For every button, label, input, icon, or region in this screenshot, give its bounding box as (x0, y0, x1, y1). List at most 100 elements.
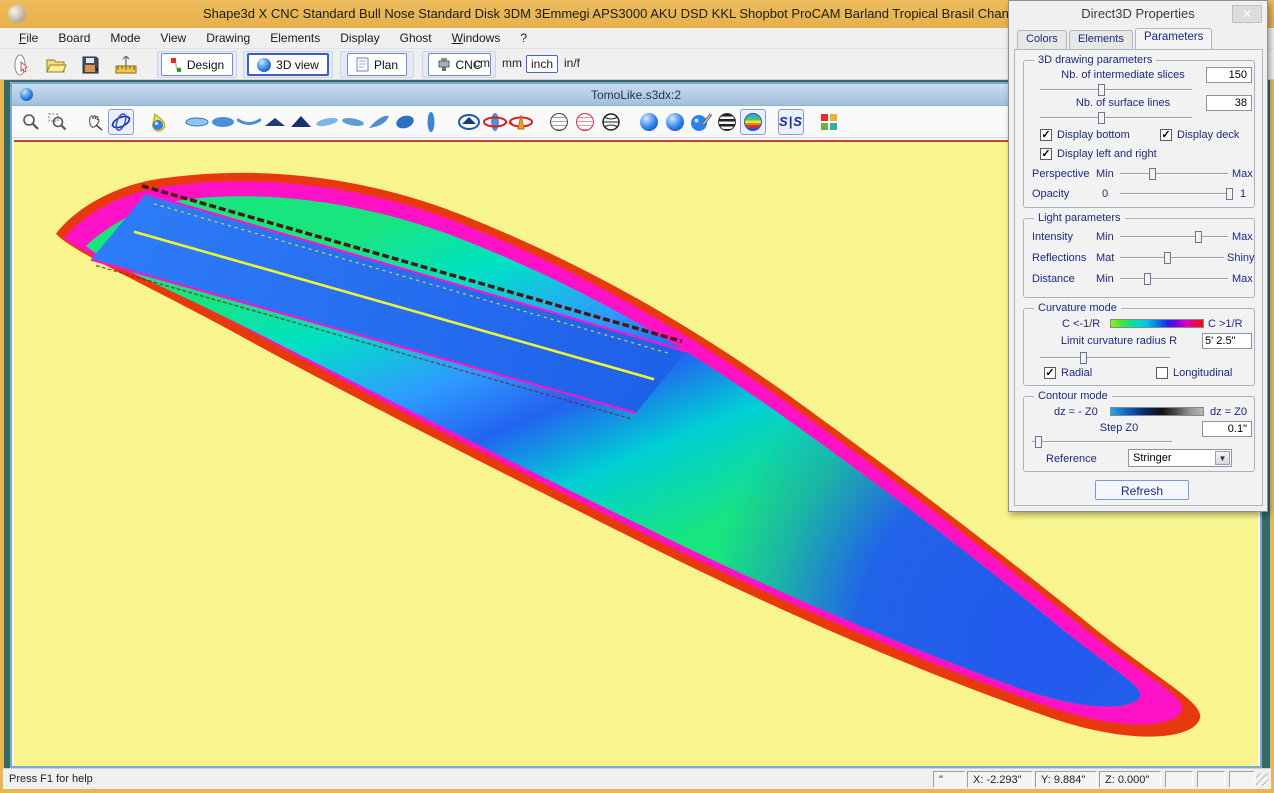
vertical-ellipse-icon[interactable] (418, 109, 444, 135)
tilted-ellipse-2-icon[interactable] (340, 109, 366, 135)
unit-inch[interactable]: inch (526, 55, 558, 73)
menu-elements[interactable]: Elements (261, 29, 329, 47)
direct3d-properties-panel: Direct3D Properties ✕ Colors Elements Pa… (1008, 0, 1268, 512)
distance-slider[interactable] (1120, 272, 1228, 286)
longitudinal-label: Longitudinal (1173, 367, 1232, 379)
slice-large-icon[interactable] (288, 109, 314, 135)
flip-view-icon[interactable] (456, 109, 482, 135)
resize-grip[interactable] (1256, 773, 1269, 786)
step-z0-field[interactable]: 0.1" (1202, 421, 1252, 437)
wireframe-sphere-icon[interactable] (546, 109, 572, 135)
sphere-3d-icon (257, 58, 271, 72)
menu-mode[interactable]: Mode (101, 29, 149, 47)
slices-display-icon[interactable]: S|S (778, 109, 804, 135)
refresh-button[interactable]: Refresh (1095, 480, 1189, 500)
slices-label: Nb. of intermediate slices (1038, 69, 1208, 81)
group-contour-mode: Contour mode dz = - Z0 dz = Z0 Step Z0 0… (1023, 396, 1255, 472)
close-icon[interactable]: ✕ (1232, 5, 1262, 23)
radial-checkbox[interactable]: ✓ (1044, 367, 1056, 379)
menu-windows[interactable]: Windows (443, 29, 510, 47)
tab-elements[interactable]: Elements (1069, 30, 1133, 49)
status-empty-cell (1165, 771, 1193, 788)
color-grid-icon[interactable] (816, 109, 842, 135)
limit-curvature-field[interactable]: 5' 2.5" (1202, 333, 1252, 349)
solid-sphere-icon[interactable] (636, 109, 662, 135)
distance-label: Distance (1032, 273, 1075, 285)
board-new-icon[interactable] (8, 52, 36, 77)
curvature-slider[interactable] (1040, 351, 1170, 365)
chevron-down-icon[interactable]: ▼ (1215, 451, 1230, 465)
reference-select[interactable]: Stringer ▼ (1128, 449, 1232, 467)
lines-slider[interactable] (1040, 111, 1192, 125)
unit-cm[interactable]: cm (470, 55, 494, 71)
save-icon[interactable] (76, 52, 104, 77)
zoom-window-icon[interactable] (44, 109, 70, 135)
slices-slider[interactable] (1040, 83, 1192, 97)
solid-sphere-2-icon[interactable] (662, 109, 688, 135)
display-bottom-label: Display bottom (1057, 129, 1130, 141)
parameters-tab-pane: 3D drawing parameters Nb. of intermediat… (1014, 49, 1263, 506)
wireframe-sphere-red-icon[interactable] (572, 109, 598, 135)
design-button[interactable]: Design (161, 53, 233, 76)
contour-right-label: dz = Z0 (1210, 406, 1247, 418)
display-lr-label: Display left and right (1057, 148, 1157, 160)
slice-small-icon[interactable] (262, 109, 288, 135)
unit-inf[interactable]: in/f (560, 55, 584, 71)
contour-sphere-icon[interactable] (714, 109, 740, 135)
zoom-icon[interactable] (18, 109, 44, 135)
longitudinal-checkbox[interactable] (1156, 367, 1168, 379)
view3d-button-group: 3D view (243, 51, 333, 78)
lines-field[interactable]: 38 (1206, 95, 1252, 111)
menu-file[interactable]: File (10, 29, 47, 47)
reflections-slider[interactable] (1120, 251, 1224, 265)
contour-left-label: dz = - Z0 (1054, 406, 1098, 418)
plan-button[interactable]: Plan (347, 53, 407, 76)
rainbow-sphere-icon[interactable] (740, 109, 766, 135)
display-lr-checkbox[interactable]: ✓ (1040, 148, 1052, 160)
wedge-2-icon[interactable] (392, 109, 418, 135)
pan-icon[interactable] (82, 109, 108, 135)
menu-help[interactable]: ? (511, 29, 536, 47)
board-outline-icon[interactable] (184, 109, 210, 135)
light-icon[interactable] (146, 109, 172, 135)
board-filled-icon[interactable] (210, 109, 236, 135)
rocker-curve-icon[interactable] (236, 109, 262, 135)
intensity-slider[interactable] (1120, 230, 1228, 244)
step-z0-slider[interactable] (1032, 435, 1172, 449)
tilted-ellipse-1-icon[interactable] (314, 109, 340, 135)
group-light-parameters: Light parameters Intensity Min Max Refle… (1023, 218, 1255, 298)
unit-mm[interactable]: mm (498, 55, 526, 71)
measure-icon[interactable] (112, 52, 140, 77)
limit-curvature-label: Limit curvature radius R (1044, 335, 1194, 347)
slices-field[interactable]: 150 (1206, 67, 1252, 83)
display-deck-checkbox[interactable]: ✓ (1160, 129, 1172, 141)
rotate-horizontal-icon[interactable] (482, 109, 508, 135)
status-help-text: Press F1 for help (9, 773, 93, 785)
wedge-1-icon[interactable] (366, 109, 392, 135)
rotate-3d-icon[interactable] (108, 109, 134, 135)
rotate-vertical-icon[interactable] (508, 109, 534, 135)
status-y-cell: Y: 9.884" (1035, 771, 1097, 788)
menu-display[interactable]: Display (331, 29, 388, 47)
reference-label: Reference (1046, 453, 1097, 465)
status-empty-cell (1229, 771, 1255, 788)
menu-drawing[interactable]: Drawing (197, 29, 259, 47)
paint-sphere-icon[interactable] (688, 109, 714, 135)
tab-colors[interactable]: Colors (1017, 30, 1067, 49)
menu-ghost[interactable]: Ghost (391, 29, 441, 47)
display-bottom-checkbox[interactable]: ✓ (1040, 129, 1052, 141)
document-icon (20, 88, 33, 101)
tab-parameters[interactable]: Parameters (1135, 28, 1212, 49)
step-z0-label: Step Z0 (1074, 422, 1164, 434)
open-folder-icon[interactable] (42, 52, 70, 77)
radial-label: Radial (1061, 367, 1092, 379)
application-window: Shape3d X CNC Standard Bull Nose Standar… (0, 0, 1274, 793)
opacity-slider[interactable] (1120, 187, 1232, 201)
view3d-button[interactable]: 3D view (247, 53, 329, 76)
intensity-label: Intensity (1032, 231, 1073, 243)
wireframe-sphere-dark-icon[interactable] (598, 109, 624, 135)
menu-view[interactable]: View (151, 29, 195, 47)
perspective-slider[interactable] (1120, 167, 1228, 181)
menu-board[interactable]: Board (49, 29, 99, 47)
plan-icon (356, 57, 369, 72)
